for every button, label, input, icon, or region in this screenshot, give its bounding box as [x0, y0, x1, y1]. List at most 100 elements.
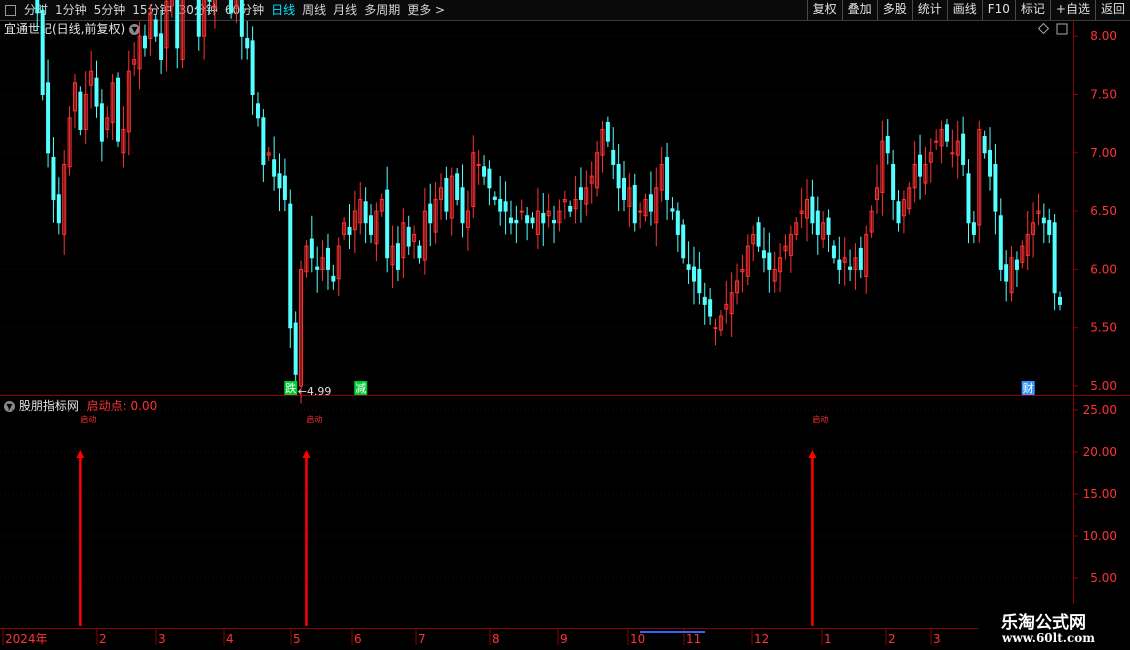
candle-body: [944, 124, 949, 142]
candle-body: [675, 210, 680, 235]
y-tick-label: 5.50: [1090, 321, 1117, 335]
panel-toggle-icon: [1056, 23, 1068, 35]
candle-body: [455, 173, 460, 200]
candle-body: [616, 163, 621, 189]
candle-body: [46, 82, 51, 154]
diamond-icon: [1037, 22, 1050, 35]
price-chart[interactable]: 10.5010.009.509.008.508.007.507.006.506.…: [0, 0, 1130, 650]
candle-body: [293, 322, 298, 375]
candle-body: [622, 177, 627, 200]
candle-body: [697, 268, 702, 294]
candle-body: [896, 201, 901, 224]
candle-body: [891, 163, 896, 200]
event-marker-label: 跌: [285, 381, 296, 395]
candle-body: [702, 296, 707, 305]
candle-body: [831, 245, 836, 259]
x-tick-label: 10: [630, 632, 645, 646]
low-label: ←4.99: [298, 385, 332, 398]
x-tick-label: 4: [226, 632, 234, 646]
candle-body: [272, 159, 277, 177]
signal-arrow-head: [808, 450, 817, 458]
candle-body: [40, 10, 45, 96]
candle-body: [503, 201, 508, 212]
candle-body: [767, 252, 772, 270]
candle-body: [885, 135, 890, 154]
candle-body: [315, 266, 320, 270]
x-tick-label: 9: [560, 632, 568, 646]
candle-body: [153, 19, 158, 37]
candle-body: [961, 133, 966, 165]
x-tick-label: 7: [418, 632, 426, 646]
candle-body: [369, 215, 374, 235]
candle-body: [1052, 222, 1057, 294]
candle-body: [444, 177, 449, 212]
candle-body: [971, 222, 976, 235]
signal-label: 启动: [812, 414, 828, 424]
candle-body: [325, 247, 330, 270]
candle-body: [56, 194, 61, 224]
candle-body: [541, 212, 546, 224]
x-tick-label: 12: [754, 632, 769, 646]
y-tick-label: 6.00: [1090, 262, 1117, 276]
candle-body: [1014, 259, 1019, 270]
candle-body: [309, 238, 314, 259]
candle-body: [331, 275, 336, 282]
event-marker-label: 财: [1023, 381, 1034, 395]
candle-body: [756, 222, 761, 247]
y-tick-label: 6.50: [1090, 204, 1117, 218]
candle-body: [482, 166, 487, 177]
candle-body: [810, 196, 815, 224]
x-tick-label: 1: [824, 632, 832, 646]
candle-body: [385, 189, 390, 259]
signal-label: 启动: [306, 414, 322, 424]
candle-body: [837, 259, 842, 270]
candle-body: [288, 203, 293, 329]
x-tick-label: 8: [492, 632, 500, 646]
candle-body: [229, 0, 234, 14]
candle-body: [395, 243, 400, 270]
candle-body: [761, 250, 766, 259]
candle-body: [950, 152, 955, 155]
candle-body: [966, 173, 971, 224]
candle-body: [159, 33, 164, 61]
candle-body: [347, 226, 352, 235]
candle-body: [406, 226, 411, 247]
candle-body: [691, 266, 696, 282]
candle-body: [94, 77, 99, 107]
candle-body: [508, 217, 513, 224]
candle-body: [282, 175, 287, 200]
candle-body: [826, 217, 831, 235]
candle-body: [239, 0, 244, 37]
candle-body: [116, 77, 121, 142]
candle-body: [142, 35, 147, 49]
y-tick-label: 7.00: [1090, 146, 1117, 160]
candle-body: [815, 210, 820, 235]
candle-body: [988, 149, 993, 177]
signal-label: 启动: [80, 414, 96, 424]
candle-body: [552, 219, 557, 224]
y-tick-label: 7.50: [1090, 88, 1117, 102]
indicator-y-tick-label: 25.00: [1083, 403, 1117, 417]
candle-body: [998, 215, 1003, 270]
candle-body: [982, 135, 987, 154]
candle-body: [196, 0, 201, 37]
candle-body: [638, 210, 643, 213]
candle-body: [530, 217, 535, 224]
candle-body: [99, 103, 104, 142]
candle-body: [460, 187, 465, 224]
x-tick-label: 6: [354, 632, 362, 646]
y-tick-label: 5.00: [1090, 379, 1117, 393]
candle-body: [207, 0, 212, 2]
candle-body: [686, 264, 691, 270]
watermark-url: www.60lt.com: [1002, 631, 1095, 645]
candle-body: [1047, 219, 1052, 235]
event-marker-label: 减: [355, 382, 366, 395]
x-tick-label: 11: [686, 632, 701, 646]
candle-body: [681, 224, 686, 259]
signal-arrow-head: [302, 450, 311, 458]
indicator-y-tick-label: 20.00: [1083, 445, 1117, 459]
candle-body: [848, 266, 853, 270]
x-tick-label: 3: [158, 632, 166, 646]
x-tick-label: 2024年: [5, 632, 48, 646]
candle-body: [78, 91, 83, 130]
